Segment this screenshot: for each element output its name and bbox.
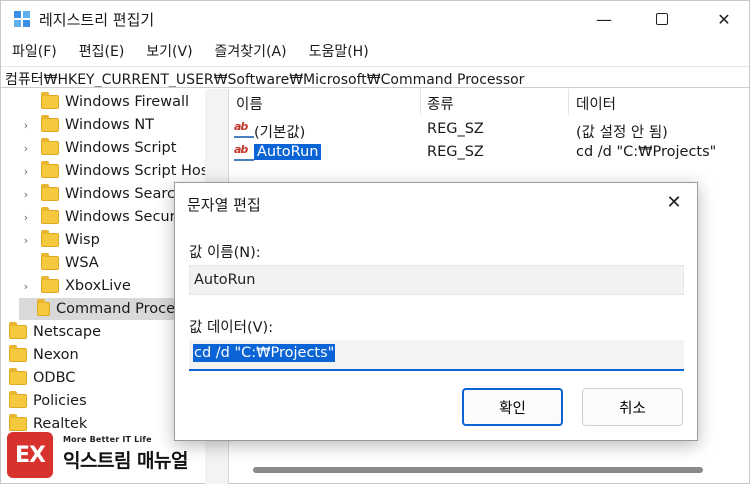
chevron-right-icon[interactable]: ›	[19, 142, 33, 155]
value-data: cd /d "C:₩Projects"	[576, 144, 717, 160]
folder-icon	[9, 414, 27, 431]
tree-item-label: Windows Firewall	[65, 94, 190, 110]
menu-file[interactable]: 파일(F)	[1, 39, 68, 63]
regedit-window: 레지스트리 편집기 — ✕ 파일(F) 편집(E) 보기(V) 즐겨찾기(A) …	[0, 0, 750, 484]
tree-item[interactable]: ODBC	[1, 367, 75, 389]
column-divider[interactable]	[420, 89, 421, 115]
dialog-title: 문자열 편집	[187, 196, 261, 214]
menu-favorites[interactable]: 즐겨찾기(A)	[204, 39, 298, 63]
value-data-input[interactable]: cd /d "C:₩Projects"	[189, 340, 684, 371]
value-type: REG_SZ	[427, 121, 484, 137]
tree-item[interactable]: WSA	[19, 252, 99, 274]
window-title: 레지스트리 편집기	[39, 11, 155, 29]
tree-item[interactable]: Windows Firewall	[19, 91, 189, 113]
folder-icon	[41, 253, 59, 270]
folder-icon	[41, 207, 59, 224]
chevron-right-icon[interactable]: ›	[19, 119, 33, 132]
maximize-button[interactable]	[639, 1, 685, 37]
maximize-icon	[656, 13, 668, 25]
folder-icon	[41, 230, 59, 247]
tree-item[interactable]: › Windows NT	[19, 114, 154, 136]
table-row[interactable]: ab (기본값) REG_SZ (값 설정 안 됨)	[230, 119, 749, 141]
folder-icon	[41, 115, 59, 132]
tree-item[interactable]: Netscape	[1, 321, 101, 343]
address-bar[interactable]: 컴퓨터₩HKEY_CURRENT_USER₩Software₩Microsoft…	[1, 66, 749, 88]
value-name: (기본값)	[254, 125, 306, 141]
tree-item-label: Wisp	[65, 232, 100, 248]
tree-item[interactable]: › Windows Search	[19, 183, 184, 205]
folder-icon	[41, 138, 59, 155]
menu-view[interactable]: 보기(V)	[135, 39, 203, 63]
column-divider[interactable]	[568, 89, 569, 115]
folder-icon	[9, 345, 27, 362]
dialog-close-button[interactable]: ✕	[659, 191, 689, 215]
close-window-button[interactable]: ✕	[701, 1, 747, 37]
tree-item-label: Windows Script Host	[65, 163, 215, 179]
tree-item[interactable]: › Windows Script Host	[19, 160, 214, 182]
folder-icon	[9, 391, 27, 408]
tree-item[interactable]: › Windows Script	[19, 137, 176, 159]
value-name-label: 값 이름(N):	[189, 245, 261, 261]
watermark-logo: EX More Better IT Life 익스트림 매뉴얼	[7, 432, 217, 478]
column-header-data[interactable]: 데이터	[576, 93, 616, 114]
folder-icon	[9, 322, 27, 339]
tree-item-label: Policies	[33, 393, 87, 409]
chevron-right-icon[interactable]: ›	[19, 234, 33, 247]
tree-item[interactable]: › XboxLive	[19, 275, 131, 297]
folder-icon	[41, 276, 59, 293]
tree-item-label: Windows NT	[65, 117, 155, 133]
chevron-right-icon[interactable]: ›	[19, 280, 33, 293]
value-name: AutoRun	[254, 144, 322, 160]
tree-item[interactable]: Nexon	[1, 344, 79, 366]
menu-edit[interactable]: 편집(E)	[68, 39, 136, 63]
list-header: 이름 종류 데이터	[230, 89, 749, 115]
chevron-right-icon[interactable]: ›	[19, 165, 33, 178]
registry-app-icon	[14, 11, 30, 27]
folder-icon	[36, 299, 51, 316]
folder-icon	[41, 92, 59, 109]
tree-item[interactable]: › Windows Security	[19, 206, 194, 228]
string-value-icon: ab	[234, 120, 254, 138]
brand-name: 익스트림 매뉴얼	[63, 450, 188, 472]
chevron-right-icon[interactable]: ›	[19, 211, 33, 224]
folder-icon	[41, 184, 59, 201]
tree-item-label: XboxLive	[65, 278, 131, 294]
tree-item[interactable]: Policies	[1, 390, 87, 412]
value-data-text: cd /d "C:₩Projects"	[193, 344, 336, 362]
brand-badge-icon: EX	[7, 432, 53, 478]
value-data: (값 설정 안 됨)	[576, 125, 668, 141]
tree-item-label: Windows Script	[65, 140, 177, 156]
edit-string-dialog: 문자열 편집 ✕ 값 이름(N): AutoRun 값 데이터(V): cd /…	[174, 182, 698, 441]
value-data-label: 값 데이터(V):	[189, 320, 274, 336]
minimize-button[interactable]: —	[581, 1, 627, 37]
menu-bar: 파일(F) 편집(E) 보기(V) 즐겨찾기(A) 도움말(H)	[1, 39, 749, 63]
column-header-type[interactable]: 종류	[427, 93, 454, 114]
brand-tagline: More Better IT Life	[63, 435, 152, 444]
table-row-selected[interactable]: ab AutoRun REG_SZ cd /d "C:₩Projects"	[230, 142, 749, 164]
value-type: REG_SZ	[427, 144, 484, 160]
tree-item-label: Netscape	[33, 324, 101, 340]
horizontal-scrollbar-thumb[interactable]	[253, 467, 703, 473]
cancel-button[interactable]: 취소	[582, 388, 683, 426]
value-name-field: AutoRun	[189, 265, 684, 295]
tree-item-label: Realtek	[33, 416, 88, 432]
ok-button[interactable]: 확인	[462, 388, 563, 426]
folder-icon	[41, 161, 59, 178]
column-header-name[interactable]: 이름	[236, 93, 263, 114]
chevron-right-icon[interactable]: ›	[19, 188, 33, 201]
tree-item[interactable]: › Wisp	[19, 229, 100, 251]
tree-item-label: Nexon	[33, 347, 79, 363]
tree-item-label: ODBC	[33, 370, 76, 386]
tree-item-label: WSA	[65, 255, 99, 271]
menu-help[interactable]: 도움말(H)	[298, 39, 380, 63]
title-bar: 레지스트리 편집기 — ✕	[1, 1, 749, 37]
folder-icon	[9, 368, 27, 385]
tree-item-label: Windows Search	[65, 186, 185, 202]
string-value-icon: ab	[234, 143, 254, 161]
